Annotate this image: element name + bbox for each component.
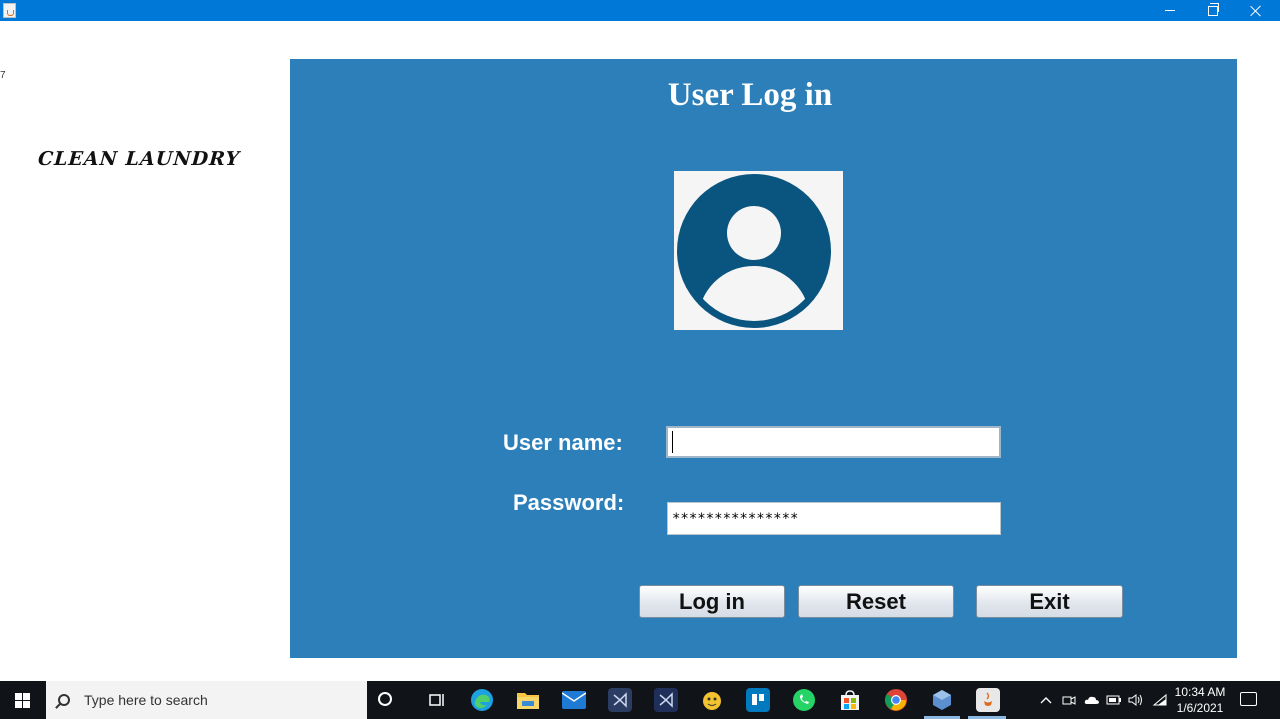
file-explorer-icon[interactable]	[516, 688, 540, 712]
start-button[interactable]	[0, 681, 45, 719]
close-button[interactable]	[1235, 0, 1277, 21]
close-icon	[1250, 5, 1262, 17]
visual-studio-icon[interactable]	[608, 688, 632, 712]
edge-icon[interactable]	[470, 688, 494, 712]
chrome-icon[interactable]	[884, 688, 908, 712]
username-input[interactable]	[666, 426, 1001, 458]
login-button[interactable]: Log in	[639, 585, 785, 618]
minimize-icon	[1165, 10, 1175, 11]
windows-icon	[15, 692, 30, 708]
password-label: Password:	[513, 490, 625, 515]
user-avatar	[674, 171, 843, 330]
mail-icon[interactable]	[562, 688, 586, 712]
app-icon[interactable]	[700, 688, 724, 712]
exit-button[interactable]: Exit	[976, 585, 1123, 618]
visual-studio-icon[interactable]	[654, 688, 678, 712]
brand-logo-text: CLEAN LAUNDRY	[37, 148, 241, 170]
whatsapp-icon[interactable]	[792, 688, 816, 712]
login-panel: User Log in User name: Password: *******…	[290, 59, 1237, 658]
cortana-icon[interactable]	[378, 692, 392, 706]
clock-date: 1/6/2021	[1176, 701, 1224, 715]
password-input[interactable]: ***************	[667, 502, 1001, 535]
taskbar: Type here to search 10:34 AM 1/6/2021	[0, 681, 1280, 719]
java-app-icon	[3, 3, 16, 18]
restore-icon	[1208, 2, 1219, 16]
search-icon	[58, 694, 70, 706]
virtualbox-icon[interactable]	[930, 688, 954, 712]
page-title: User Log in	[667, 77, 833, 113]
java-icon[interactable]	[976, 688, 1000, 712]
search-placeholder: Type here to search	[84, 692, 208, 708]
notification-center-icon[interactable]	[1240, 692, 1257, 706]
clock-time: 10:34 AM	[1174, 685, 1226, 699]
store-icon[interactable]	[838, 688, 862, 712]
meet-now-icon[interactable]	[1062, 681, 1076, 719]
minimize-button[interactable]	[1149, 0, 1191, 21]
reset-button[interactable]: Reset	[798, 585, 954, 618]
trello-icon[interactable]	[746, 688, 770, 712]
password-value: ***************	[672, 510, 799, 527]
title-bar	[0, 0, 1280, 21]
onedrive-icon[interactable]	[1084, 681, 1100, 719]
task-view-icon[interactable]	[425, 688, 449, 712]
text-caret	[672, 431, 673, 453]
username-label: User name:	[503, 430, 623, 455]
maximize-button[interactable]	[1192, 0, 1234, 21]
stray-text: 7	[0, 70, 6, 81]
volume-icon[interactable]	[1128, 681, 1144, 719]
battery-icon[interactable]	[1106, 681, 1122, 719]
clock[interactable]: 10:34 AM 1/6/2021	[1172, 684, 1228, 716]
search-input[interactable]: Type here to search	[46, 681, 367, 719]
user-avatar-icon	[677, 174, 831, 328]
network-icon[interactable]	[1152, 681, 1168, 719]
tray-chevron-icon[interactable]	[1040, 681, 1052, 719]
